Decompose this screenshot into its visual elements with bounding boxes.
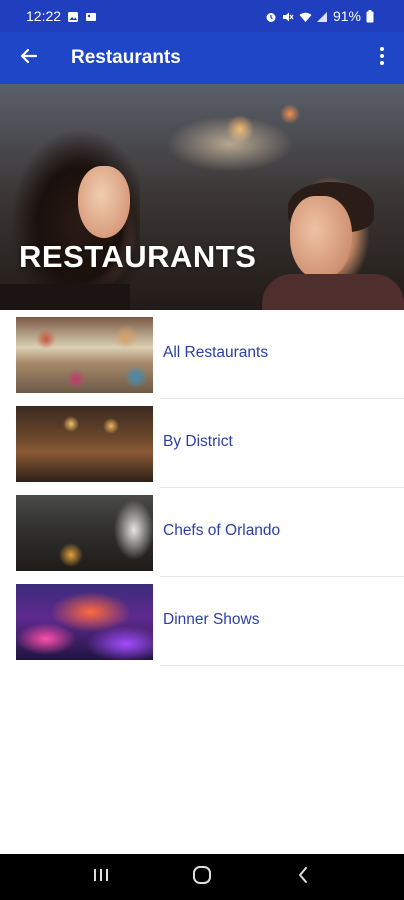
- page-title: Restaurants: [71, 47, 181, 68]
- status-left: 12:22: [26, 8, 97, 24]
- gallery-icon: [85, 10, 97, 22]
- home-icon: [192, 865, 212, 889]
- alarm-icon: [265, 10, 277, 22]
- hero-title: RESTAURANTS: [19, 239, 257, 274]
- arrow-left-icon: [19, 46, 39, 71]
- system-nav-bar: [0, 854, 404, 900]
- thumbnail-image: [16, 406, 153, 482]
- list-item-by-district[interactable]: By District: [0, 399, 404, 488]
- mute-icon: [282, 10, 294, 22]
- app-bar: Restaurants: [0, 32, 404, 84]
- list-item-dinner-shows[interactable]: Dinner Shows: [0, 577, 404, 666]
- system-back-button[interactable]: [273, 854, 333, 900]
- recents-icon: [92, 867, 110, 888]
- list-item-all-restaurants[interactable]: All Restaurants: [0, 310, 404, 399]
- wifi-icon: [299, 10, 312, 22]
- thumbnail-image: [16, 584, 153, 660]
- hero-photo-man-face: [290, 196, 352, 280]
- list-item-label: Dinner Shows: [163, 611, 260, 628]
- battery-icon: [366, 10, 378, 23]
- thumbnail-image: [16, 317, 153, 393]
- back-icon: [297, 866, 309, 889]
- recents-button[interactable]: [71, 854, 131, 900]
- list-item-label: By District: [163, 433, 233, 450]
- hero-photo-man-shirt: [262, 274, 404, 310]
- hero-photo-woman-face: [78, 166, 130, 238]
- list-item-chefs-of-orlando[interactable]: Chefs of Orlando: [0, 488, 404, 577]
- status-bar: 12:22 91%: [0, 0, 404, 32]
- list-item-label: All Restaurants: [163, 344, 269, 361]
- more-vert-icon: [379, 46, 385, 71]
- image-icon: [67, 10, 79, 22]
- hero-banner: RESTAURANTS: [0, 84, 404, 310]
- screen: 12:22 91% Restaurants RESTAURANTS All Re…: [0, 0, 404, 900]
- restaurant-category-list: All Restaurants By District Chefs of Orl…: [0, 310, 404, 666]
- home-button[interactable]: [172, 854, 232, 900]
- overflow-menu-button[interactable]: [360, 32, 404, 84]
- list-item-label: Chefs of Orlando: [163, 522, 281, 539]
- battery-percent: 91%: [332, 8, 361, 24]
- divider: [160, 665, 404, 666]
- thumbnail-image: [16, 495, 153, 571]
- signal-icon: [316, 10, 328, 22]
- back-button[interactable]: [0, 32, 58, 84]
- status-time: 12:22: [26, 8, 62, 24]
- hero-photo-woman-body: [0, 284, 130, 310]
- status-right: 91%: [265, 8, 378, 24]
